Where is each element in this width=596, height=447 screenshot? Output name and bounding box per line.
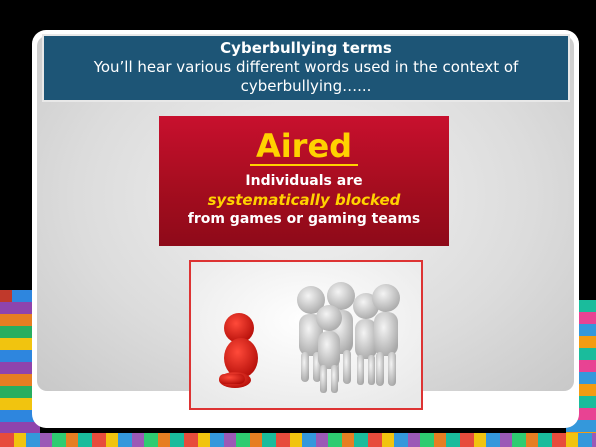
illustration-frame (189, 260, 423, 410)
slide-title: Cyberbullying terms (220, 39, 392, 57)
slide-subtitle: You’ll hear various different words used… (93, 58, 519, 95)
title-box: Cyberbullying terms You’ll hear various … (42, 34, 570, 102)
term-description: Individuals are systematically blocked f… (159, 172, 449, 229)
isolated-figure-icon (191, 262, 421, 408)
description-line-3: from games or gaming teams (187, 211, 421, 227)
tetris-bottom-decoration (0, 433, 596, 447)
description-line-1: Individuals are (245, 173, 363, 189)
description-emphasis: systematically blocked (207, 191, 401, 209)
term-card: Aired Individuals are systematically blo… (159, 116, 449, 246)
term-word: Aired (255, 127, 353, 165)
